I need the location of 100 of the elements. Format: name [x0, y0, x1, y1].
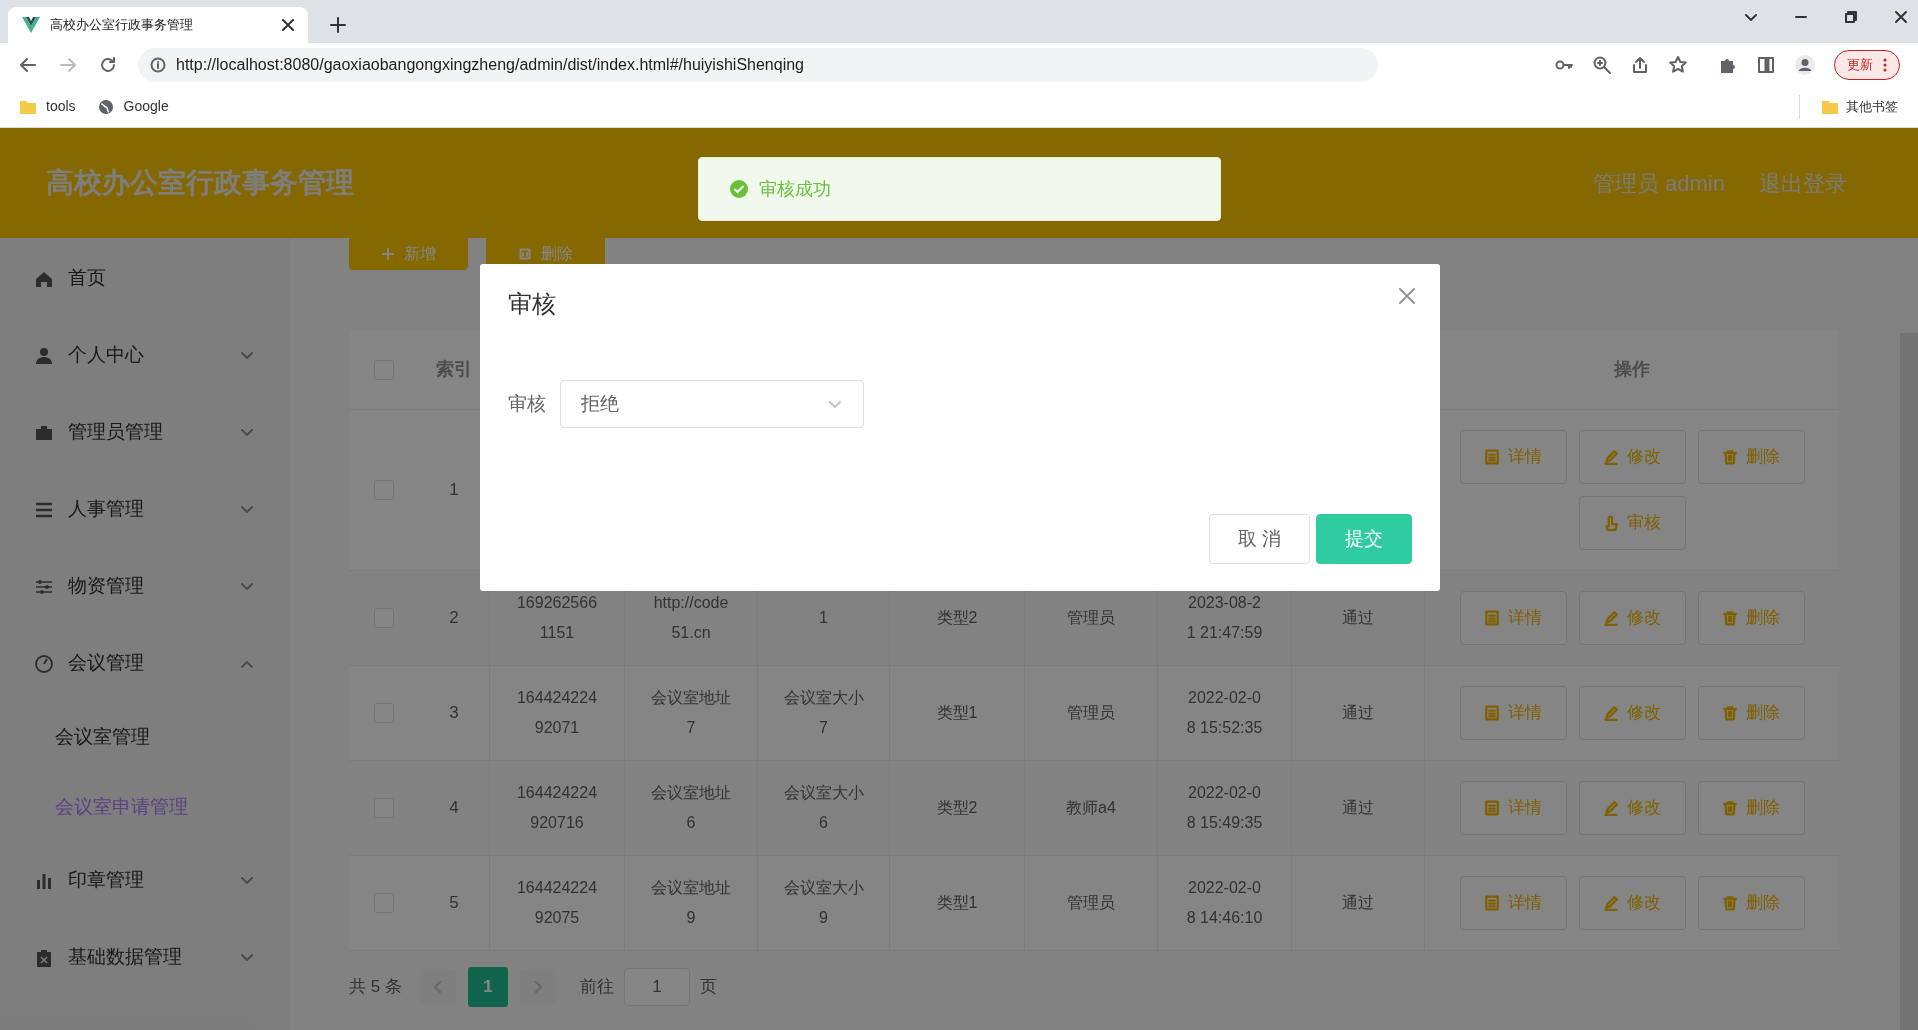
- table-cell-text: 1: [818, 608, 829, 628]
- sidebar-item[interactable]: 印章管理: [0, 842, 290, 919]
- table-cell-text: 16442422492075: [516, 878, 598, 928]
- user-name: 管理员 admin: [1592, 169, 1725, 198]
- chevron-left-icon: [432, 981, 443, 993]
- table-cell-text: 类型2: [935, 798, 979, 818]
- action-button[interactable]: 详情: [1459, 591, 1567, 645]
- action-button[interactable]: 详情: [1459, 430, 1567, 484]
- table-cell-text: 通过: [1341, 703, 1375, 723]
- action-button[interactable]: 删除: [1697, 686, 1805, 740]
- action-button[interactable]: 删除: [1697, 591, 1805, 645]
- total-count: 共 5 条: [349, 976, 402, 999]
- action-button[interactable]: 删除: [1697, 430, 1805, 484]
- action-button[interactable]: 详情: [1459, 686, 1567, 740]
- update-button[interactable]: 更新: [1834, 49, 1900, 80]
- pen-icon: [1603, 449, 1619, 465]
- sidebar-item[interactable]: 管理员管理: [0, 394, 290, 471]
- trash-icon: [1722, 800, 1738, 816]
- table-cell-text: 2022-02-08 15:49:35: [1185, 783, 1264, 833]
- action-button[interactable]: 修改: [1578, 876, 1686, 930]
- logout-link[interactable]: 退出登录: [1759, 166, 1847, 200]
- table-cell-text: 通过: [1341, 798, 1375, 818]
- action-button[interactable]: 修改: [1578, 430, 1686, 484]
- table-cell-text: 通过: [1341, 608, 1375, 628]
- sidebar-item[interactable]: 个人中心: [0, 317, 290, 394]
- trash-icon: [1722, 705, 1738, 721]
- table-cell-text: 5: [449, 892, 459, 915]
- table-cell-text: 管理员: [1066, 893, 1116, 913]
- table-cell-text: 类型2: [935, 608, 979, 628]
- action-button[interactable]: 修改: [1578, 781, 1686, 835]
- sidebar-item[interactable]: 人事管理: [0, 471, 290, 548]
- submit-button[interactable]: 提交: [1316, 514, 1412, 564]
- reload-icon[interactable]: [98, 54, 118, 75]
- table-cell-text: 4: [449, 797, 459, 820]
- pen-icon: [1603, 610, 1619, 626]
- action-button[interactable]: 修改: [1578, 591, 1686, 645]
- sidebar-icon[interactable]: [1756, 54, 1776, 75]
- vue-logo-icon: [22, 17, 40, 33]
- profile-icon[interactable]: [1794, 53, 1816, 76]
- action-button[interactable]: 审核: [1578, 496, 1686, 550]
- action-button[interactable]: 删除: [1697, 781, 1805, 835]
- review-select[interactable]: 拒绝: [560, 380, 864, 428]
- app-title: 高校办公室行政事务管理: [46, 166, 354, 200]
- sidebar-item[interactable]: 物资管理: [0, 548, 290, 625]
- document-icon: [1484, 895, 1500, 911]
- close-icon[interactable]: [282, 19, 294, 31]
- table-cell-text: 1: [449, 479, 459, 502]
- zoom-icon[interactable]: [1592, 54, 1612, 75]
- table-cell-text: 会议室地址7: [650, 688, 732, 738]
- bookmark[interactable]: 其他书签: [1822, 96, 1898, 117]
- cancel-button[interactable]: 取 消: [1208, 514, 1310, 564]
- action-button[interactable]: 修改: [1578, 686, 1686, 740]
- table-cell-text: 164424224920716: [516, 783, 598, 833]
- share-icon[interactable]: [1630, 54, 1650, 75]
- submenu-item[interactable]: 会议室申请管理: [0, 772, 290, 842]
- document-icon: [1484, 705, 1500, 721]
- column-header: 操作: [1614, 358, 1650, 381]
- add-button[interactable]: 新增: [349, 238, 468, 270]
- browser-tab[interactable]: 高校办公室行政事务管理: [8, 7, 308, 43]
- submenu-item[interactable]: 会议室管理: [0, 702, 290, 772]
- bookmark[interactable]: tools: [20, 96, 76, 117]
- restore-icon[interactable]: [1844, 10, 1858, 24]
- close-icon[interactable]: [1894, 10, 1908, 24]
- field-label: 审核: [508, 391, 546, 416]
- table-cell-text: 类型1: [935, 893, 979, 913]
- table-cell-text: 3: [449, 702, 459, 725]
- sidebar-item[interactable]: 会议管理: [0, 625, 290, 702]
- trash-icon: [1722, 449, 1738, 465]
- sidebar-item[interactable]: 首页: [0, 240, 290, 317]
- address-bar[interactable]: http://localhost:8080/gaoxiaobangongxingzheng/admin/dist/index.html#/huiyishiShenqing: [138, 47, 1378, 82]
- action-button[interactable]: 详情: [1459, 876, 1567, 930]
- trash-icon: [1722, 895, 1738, 911]
- table-cell-text: 管理员: [1066, 703, 1116, 723]
- bookmark[interactable]: Google: [97, 96, 169, 117]
- table-cell-text: 1692625661151: [516, 593, 598, 643]
- table-cell-text: 2023-08-21 21:47:59: [1185, 593, 1264, 643]
- table-cell-text: 会议室大小6: [783, 783, 864, 833]
- action-button[interactable]: 详情: [1459, 781, 1567, 835]
- table-cell-text: 会议室大小9: [783, 878, 864, 928]
- pen-icon: [1603, 895, 1619, 911]
- page-button[interactable]: 1: [467, 967, 508, 1007]
- folder-icon: [1822, 99, 1838, 114]
- document-icon: [1484, 800, 1500, 816]
- sidebar-item[interactable]: 基础数据管理: [0, 919, 290, 996]
- action-button[interactable]: 删除: [1697, 876, 1805, 930]
- table-cell-text: 2022-02-08 15:52:35: [1185, 688, 1264, 738]
- page-unit: 页: [699, 976, 717, 999]
- hand-icon: [1603, 515, 1619, 531]
- table-cell-text: 教师a4: [1065, 798, 1117, 818]
- dialog-title: 审核: [508, 289, 556, 319]
- table-cell-text: http://code51.cn: [652, 593, 730, 643]
- page-input[interactable]: 1: [623, 968, 690, 1006]
- clipboard-icon: [34, 947, 54, 968]
- user-icon: [34, 345, 54, 366]
- new-tab-icon[interactable]: [330, 17, 346, 33]
- document-icon: [1484, 610, 1500, 626]
- table-cell-text: 会议室地址6: [650, 783, 732, 833]
- trash-icon: [518, 248, 531, 260]
- star-icon[interactable]: [1668, 54, 1688, 75]
- table-cell-text: 会议室地址9: [650, 878, 732, 928]
